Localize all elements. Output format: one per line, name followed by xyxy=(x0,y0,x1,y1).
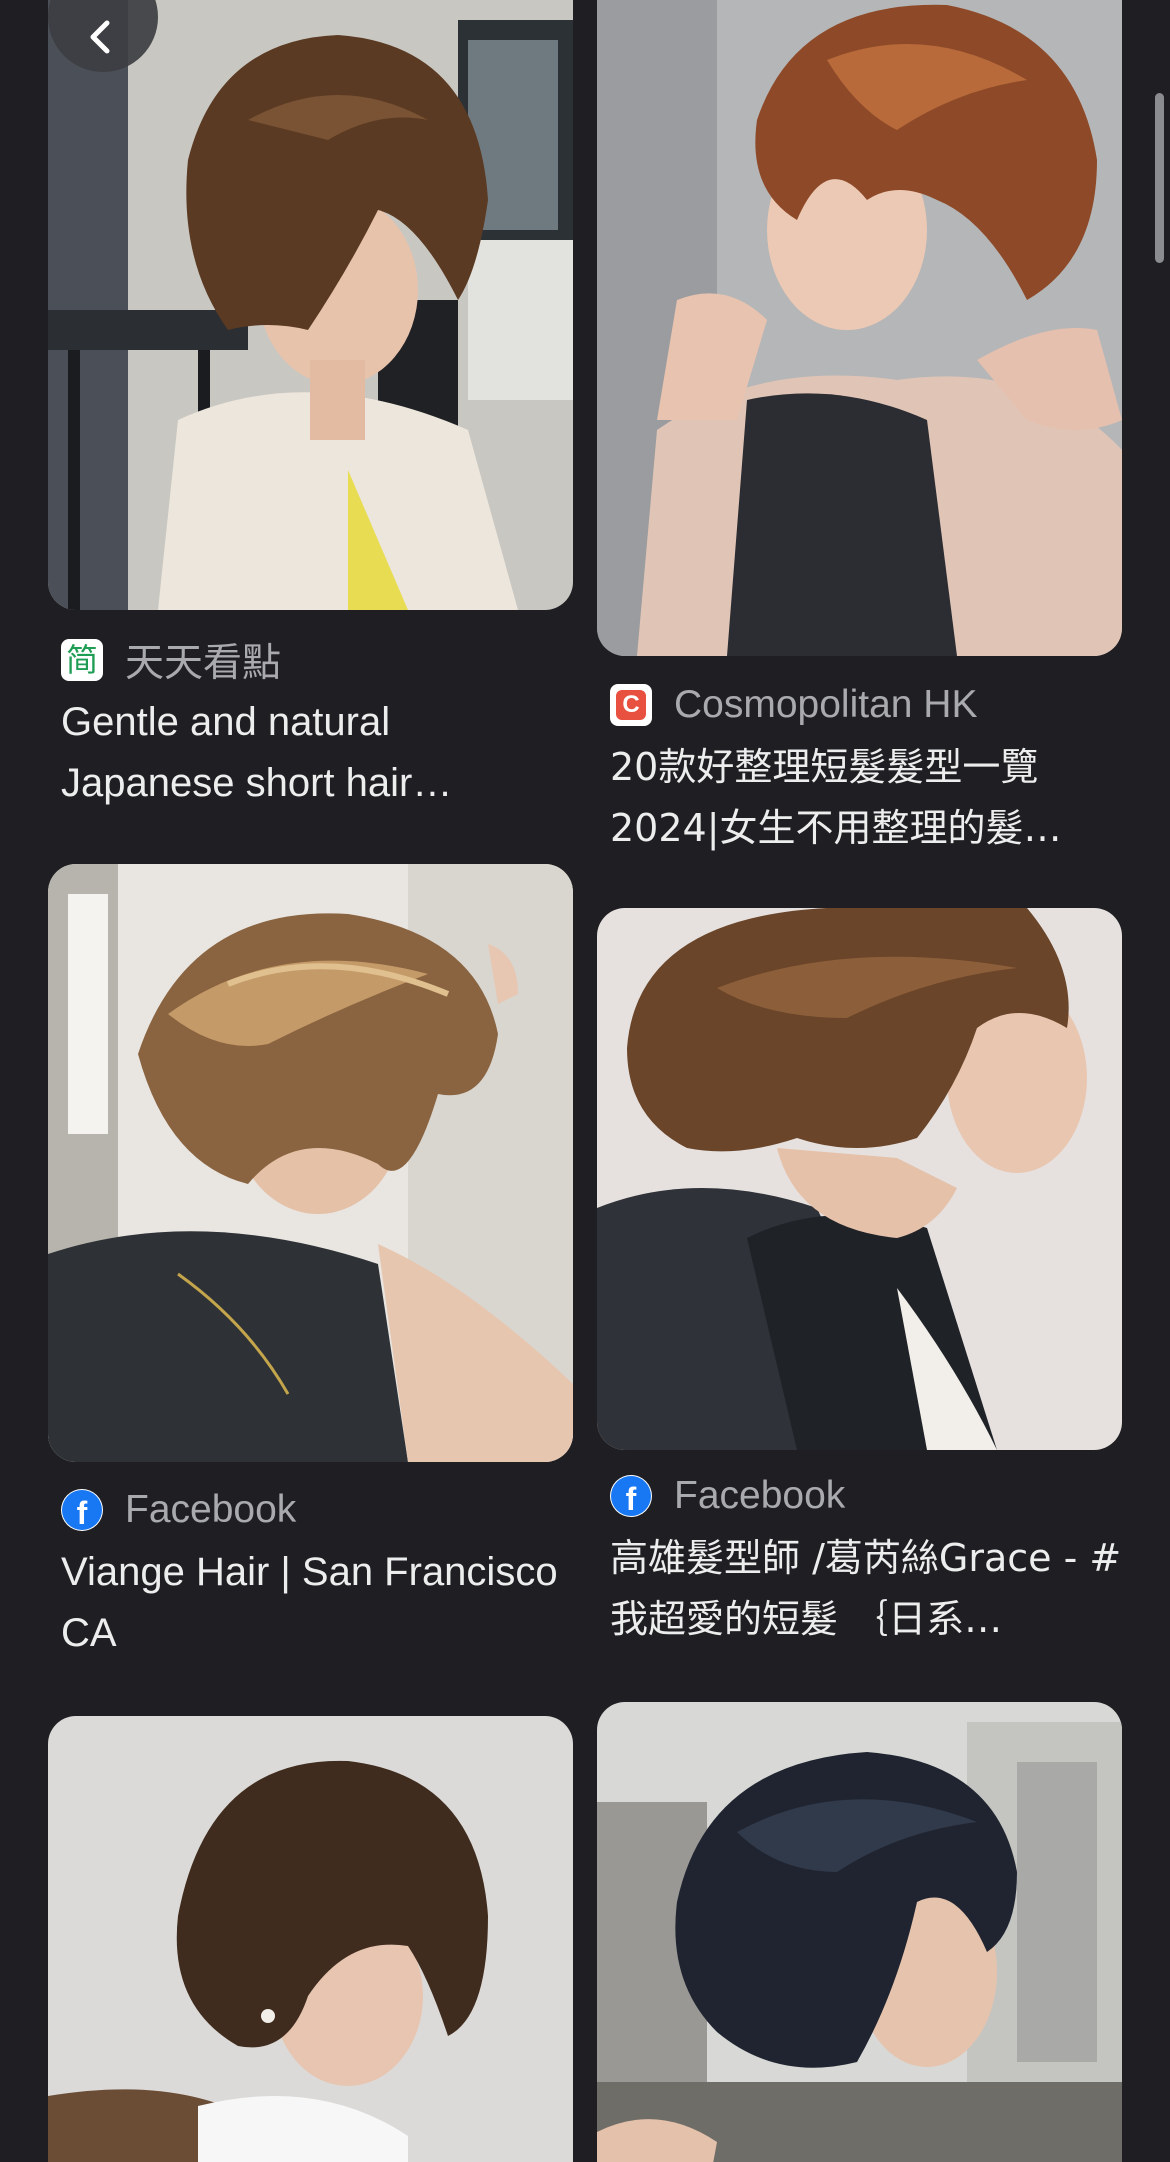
result-title[interactable]: 20款好整理短髮髮型一覽2024|女生不用整理的髮… xyxy=(610,737,1122,859)
scrollbar-thumb[interactable] xyxy=(1155,93,1164,263)
result-thumbnail-6[interactable] xyxy=(597,1702,1122,2162)
source-name[interactable]: Cosmopolitan HK xyxy=(674,683,977,727)
result-title[interactable]: Viange Hair | San Francisco CA xyxy=(61,1542,573,1664)
result-title[interactable]: Gentle and natural Japanese short hair… xyxy=(61,692,573,814)
cosmopolitan-c-icon: C xyxy=(610,684,652,726)
result-thumbnail-2[interactable] xyxy=(597,0,1122,656)
woman-short-auburn-hair-image xyxy=(597,0,1122,656)
image-watermark xyxy=(927,1260,928,1261)
simplified-chinese-icon: 简 xyxy=(61,639,103,681)
result-thumbnail-1[interactable] xyxy=(48,0,573,610)
facebook-circle: f xyxy=(62,1490,102,1530)
facebook-icon: f xyxy=(610,1475,652,1517)
source-name[interactable]: Facebook xyxy=(125,1488,296,1532)
favicon-glyph: f xyxy=(625,1481,637,1517)
source-name[interactable]: Facebook xyxy=(674,1474,845,1518)
result-thumbnail-3[interactable] xyxy=(48,864,573,1462)
woman-short-brown-hair-image xyxy=(48,0,573,610)
facebook-circle: f xyxy=(611,1476,651,1516)
chevron-left-icon xyxy=(90,20,110,54)
source-name[interactable]: 天天看點 xyxy=(125,632,281,688)
result-thumbnail-4[interactable] xyxy=(597,908,1122,1450)
result-thumbnail-5[interactable] xyxy=(48,1716,573,2162)
woman-short-dark-bob-image xyxy=(48,1716,573,2162)
woman-pixie-highlighted-hair-image xyxy=(48,864,573,1462)
result-title[interactable]: 高雄髮型師 /葛芮絲Grace - #我超愛的短髮 ｛日系… xyxy=(610,1528,1122,1650)
cosmopolitan-badge: C xyxy=(616,690,646,720)
woman-short-bob-side-profile-image xyxy=(597,908,1122,1450)
favicon-glyph: f xyxy=(76,1495,88,1531)
facebook-icon: f xyxy=(61,1489,103,1531)
woman-short-black-bob-image xyxy=(597,1702,1122,2162)
image-results-page: 简 天天看點 Gentle and natural Japanese short… xyxy=(0,0,1170,2162)
favicon-glyph: C xyxy=(622,691,640,718)
favicon-glyph: 简 xyxy=(65,641,98,679)
